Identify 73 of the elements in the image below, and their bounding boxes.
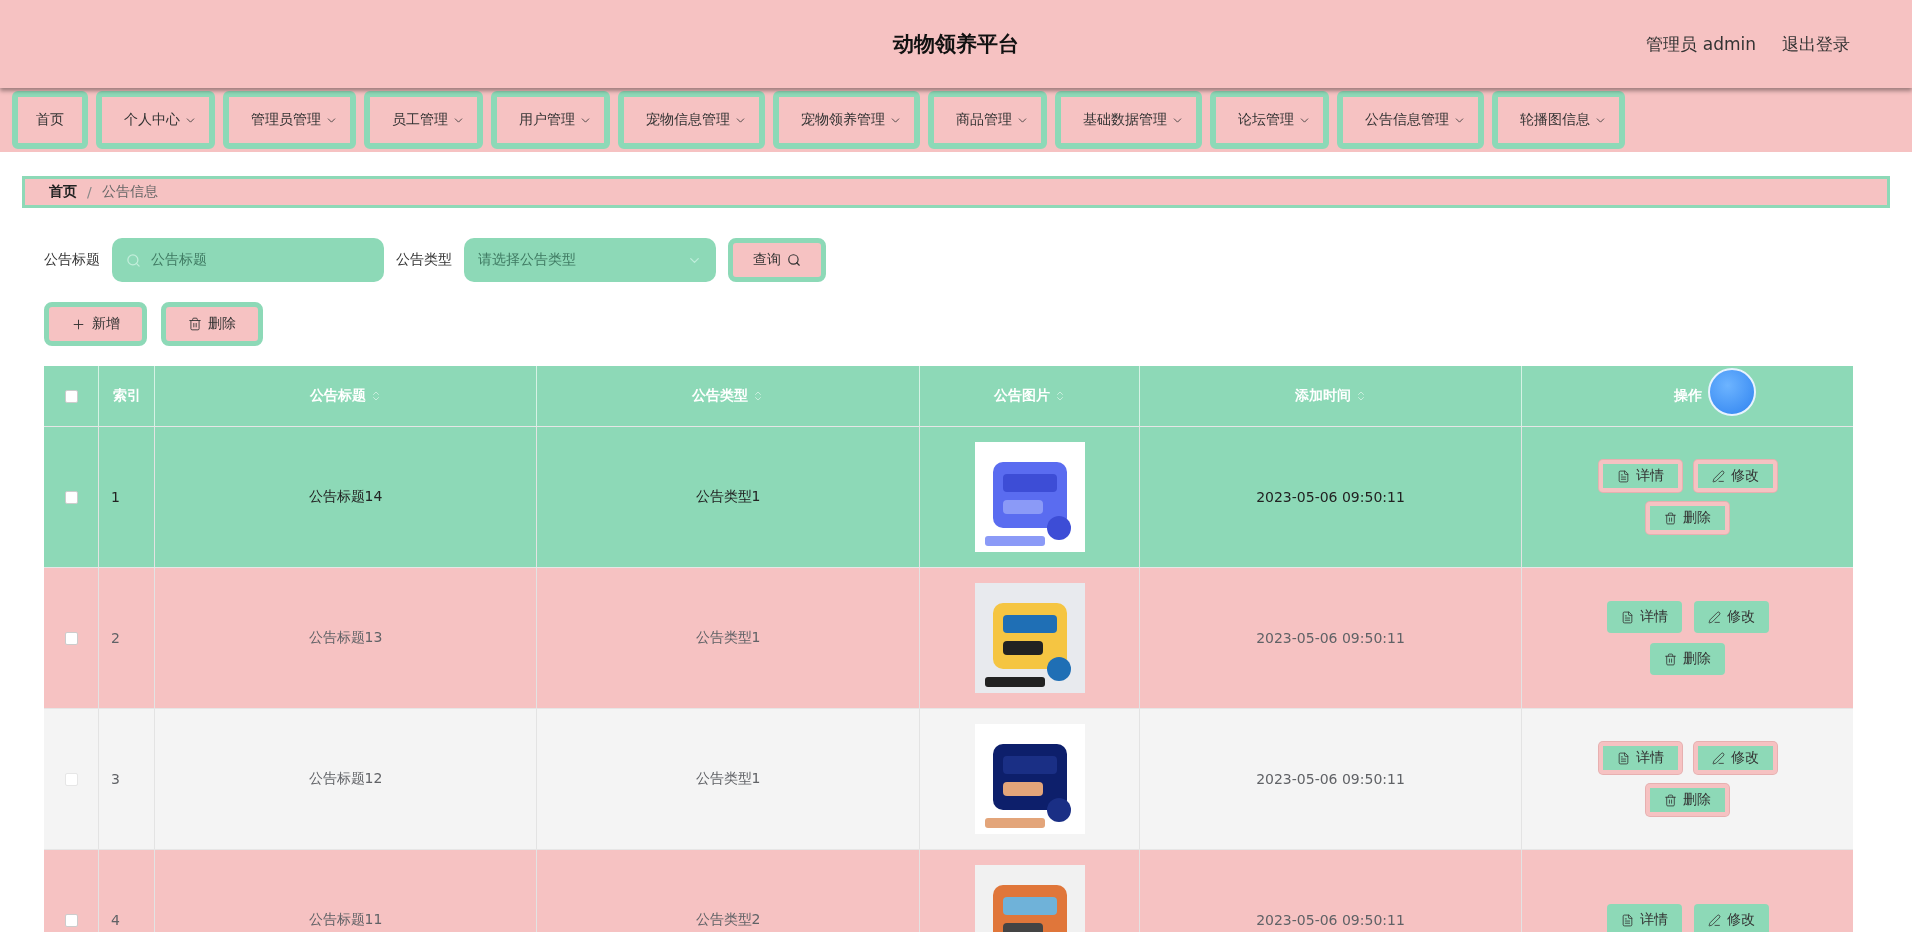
table-cell: 公告标题13	[155, 568, 537, 708]
table-cell: 2023-05-06 09:50:11	[1140, 568, 1522, 708]
table-cell: 2023-05-06 09:50:11	[1140, 427, 1522, 567]
add-button[interactable]: 新增	[44, 302, 147, 346]
select-all-checkbox[interactable]	[64, 389, 78, 403]
row-action-button[interactable]: 修改	[1693, 460, 1777, 492]
trash-icon	[1664, 793, 1677, 807]
nav-menu-item[interactable]: 管理员管理	[223, 91, 356, 149]
field-label: 公告类型	[396, 251, 452, 269]
row-checkbox[interactable]	[64, 631, 78, 645]
logout-link[interactable]: 退出登录	[1782, 32, 1850, 56]
column-header: 索引	[112, 387, 141, 405]
nav-menu-item[interactable]: 用户管理	[491, 91, 610, 149]
row-action-button[interactable]: 删除	[1650, 643, 1725, 675]
nav-menu-item[interactable]: 公告信息管理	[1337, 91, 1484, 149]
table-cell: 2	[99, 568, 155, 708]
trash-icon	[188, 317, 202, 331]
query-button[interactable]: 查询	[728, 238, 826, 282]
breadcrumb-current: 公告信息	[101, 183, 158, 201]
nav-menu-item[interactable]: 论坛管理	[1210, 91, 1329, 149]
nav-menu-item[interactable]: 宠物信息管理	[618, 91, 765, 149]
nav-menu-item[interactable]: 员工管理	[364, 91, 483, 149]
pencil-icon	[1707, 610, 1721, 624]
plus-icon	[71, 316, 86, 332]
breadcrumb-link[interactable]: 首页	[49, 183, 77, 201]
nav-menu-item[interactable]: 首页	[12, 91, 88, 149]
table-cell: 公告类型1	[537, 427, 920, 567]
sort-icon	[752, 390, 764, 402]
table-cell: 公告标题14	[155, 427, 537, 567]
search-icon	[126, 252, 141, 268]
user-name: 管理员 admin	[1646, 32, 1756, 56]
document-icon	[1616, 469, 1630, 483]
table-cell: 3	[99, 709, 155, 849]
table-cell: 公告标题11	[155, 850, 537, 932]
app-title: 动物领养平台	[893, 31, 1019, 58]
row-action-button[interactable]: 详情	[1606, 601, 1682, 633]
table-cell: 公告类型2	[537, 850, 920, 932]
trash-icon	[1664, 511, 1677, 525]
row-checkbox[interactable]	[64, 772, 78, 786]
nav-menu-item[interactable]: 商品管理	[928, 91, 1047, 149]
document-icon	[1620, 913, 1634, 927]
nav-menu-item[interactable]: 轮播图信息	[1492, 91, 1625, 149]
search-icon	[787, 253, 801, 267]
row-action-button[interactable]: 修改	[1693, 904, 1769, 932]
row-action-button[interactable]: 删除	[1646, 502, 1729, 534]
nav-menu-item[interactable]: 个人中心	[96, 91, 215, 149]
nav-menu-item[interactable]: 基础数据管理	[1055, 91, 1202, 149]
pencil-icon	[1711, 751, 1725, 765]
row-action-button[interactable]: 修改	[1693, 742, 1777, 774]
table-cell: 4	[99, 850, 155, 932]
pencil-icon	[1711, 469, 1725, 483]
row-action-button[interactable]: 详情	[1598, 460, 1682, 492]
table-cell: 1	[99, 427, 155, 567]
table-cell: 2023-05-06 09:50:11	[1140, 850, 1522, 932]
breadcrumb-separator: /	[87, 184, 92, 200]
table-cell: 公告类型1	[537, 709, 920, 849]
row-checkbox[interactable]	[64, 490, 78, 504]
table-cell: 公告类型1	[537, 568, 920, 708]
row-checkbox[interactable]	[64, 913, 78, 927]
field-label: 公告标题	[44, 251, 100, 269]
pencil-icon	[1707, 913, 1721, 927]
table-cell: 2023-05-06 09:50:11	[1140, 709, 1522, 849]
nav-menu-item[interactable]: 宠物领养管理	[773, 91, 920, 149]
document-icon	[1620, 610, 1634, 624]
document-icon	[1616, 751, 1630, 765]
row-action-button[interactable]: 详情	[1606, 904, 1682, 932]
delete-button[interactable]: 删除	[161, 302, 263, 346]
row-action-button[interactable]: 删除	[1646, 784, 1729, 816]
table-cell: 公告标题12	[155, 709, 537, 849]
column-header: 操作	[1673, 387, 1702, 405]
trash-icon	[1664, 652, 1677, 666]
row-action-button[interactable]: 详情	[1598, 742, 1682, 774]
row-action-button[interactable]: 修改	[1693, 601, 1769, 633]
